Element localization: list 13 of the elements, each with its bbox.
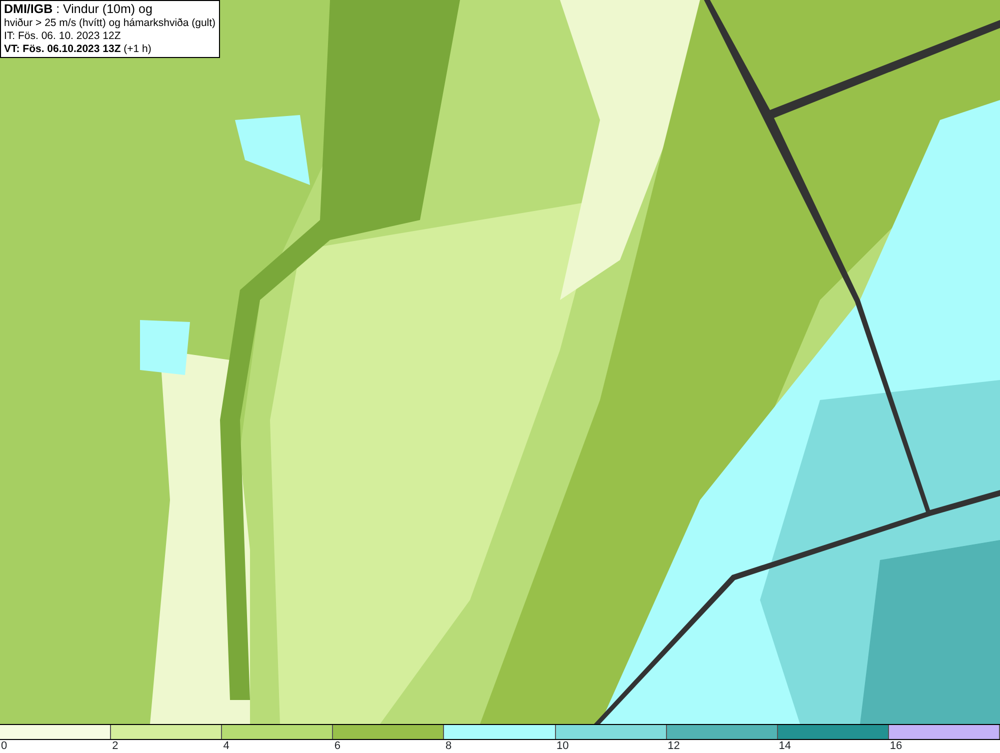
title-text: DMI/IGB : Vindur (10m) og xyxy=(4,2,154,17)
title-text: IT: Fös. 06. 10. 2023 12Z xyxy=(4,30,122,43)
legend-tick-label: 16 xyxy=(890,740,902,752)
title-text: hviður > 25 m/s (hvítt) og hámarkshviða (gult) xyxy=(4,17,216,30)
title-text: VT: Fös. 06.10.2023 13Z (+1 h) xyxy=(4,43,152,56)
legend-tick-label: 12 xyxy=(668,740,680,752)
legend-tick-label: 0 xyxy=(1,740,8,752)
legend-tick-label: 8 xyxy=(445,740,452,752)
legend-tick-label: 4 xyxy=(223,740,230,752)
legend-tick-label: 10 xyxy=(556,740,569,752)
legend-tick-label: 6 xyxy=(334,740,340,752)
legend-tick-label: 14 xyxy=(778,740,792,752)
legend-tick-label: 2 xyxy=(112,740,118,752)
